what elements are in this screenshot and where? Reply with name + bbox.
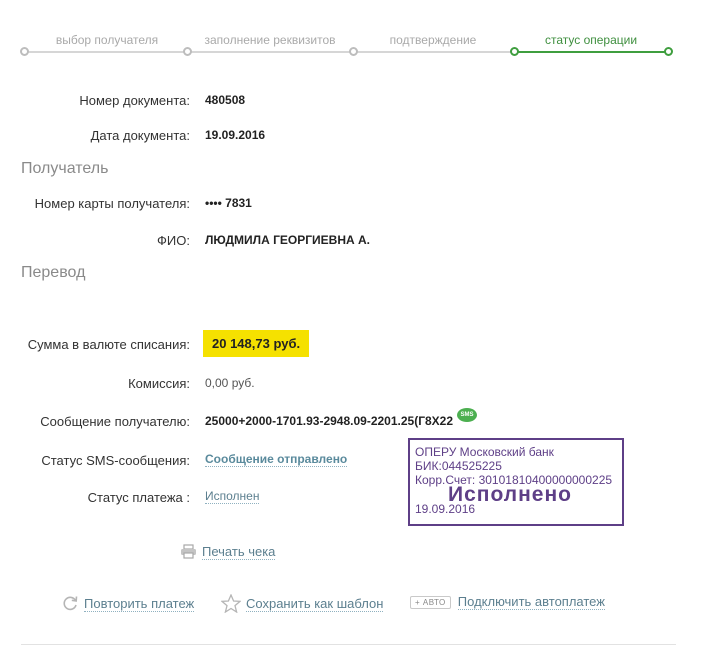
step-label-confirm: подтверждение	[389, 33, 477, 47]
stamp-bank-name: ОПЕРУ Московский банк	[415, 445, 554, 459]
print-receipt-button[interactable]: Печать чека	[180, 544, 276, 562]
refresh-icon	[61, 594, 79, 615]
progress-stepper: выбор получателя заполнение реквизитов п…	[0, 0, 707, 70]
document-number-label: Номер документа:	[79, 93, 190, 108]
card-number-value: •••• 7831	[205, 196, 252, 210]
payment-status-value-wrap: Исполнен	[205, 489, 260, 504]
autopay-badge: + АВТО	[410, 596, 451, 610]
recipient-section-title: Получатель	[21, 160, 109, 177]
document-date-value: 19.09.2016	[205, 128, 266, 142]
payment-status-label: Статус платежа :	[87, 490, 190, 505]
commission-label: Комиссия:	[128, 376, 190, 391]
message-value-wrap: 25000+2000-1701.93-2948.09-2201.25(Г8Х22…	[205, 408, 478, 428]
autopay-button[interactable]: + АВТО Подключить автоплатеж	[410, 594, 605, 610]
step-dot-2	[183, 47, 192, 56]
stamp-bik: БИК:044525225	[415, 459, 502, 473]
document-date-label: Дата документа:	[90, 128, 190, 143]
step-label-details: заполнение реквизитов	[204, 33, 336, 47]
step-label-recipient: выбор получателя	[55, 33, 159, 47]
stepper-track-completed	[24, 51, 514, 53]
document-number-value: 480508	[205, 93, 246, 107]
print-receipt-label: Печать чека	[202, 544, 276, 561]
autopay-label: Подключить автоплатеж	[457, 594, 605, 610]
printer-icon	[180, 544, 197, 562]
recipient-name-value: ЛЮДМИЛА ГЕОРГИЕВНА А.	[205, 233, 370, 247]
save-template-button[interactable]: Сохранить как шаблон	[220, 593, 384, 616]
step-dot-end	[664, 47, 673, 56]
card-number-label: Номер карты получателя:	[34, 196, 190, 211]
step-dot-3	[349, 47, 358, 56]
step-label-status: статус операции	[544, 33, 638, 47]
step-dot-1	[20, 47, 29, 56]
bank-stamp: ОПЕРУ Московский банк БИК:044525225 Корр…	[408, 438, 624, 526]
payment-status-link[interactable]: Исполнен	[205, 489, 260, 504]
amount-label: Сумма в валюте списания:	[27, 337, 190, 352]
sms-status-label: Статус SMS-сообщения:	[41, 453, 190, 468]
transfer-section-title: Перевод	[21, 264, 86, 281]
step-dot-4	[510, 47, 519, 56]
message-value: 25000+2000-1701.93-2948.09-2201.25(Г8Х22	[205, 414, 454, 428]
document-date-row: Дата документа: 19.09.2016	[0, 126, 707, 146]
repeat-payment-button[interactable]: Повторить платеж	[61, 594, 195, 615]
stepper-track-active	[514, 51, 669, 53]
document-number-row: Номер документа: 480508	[0, 91, 707, 111]
sms-status-value-wrap: Сообщение отправлено	[205, 452, 348, 467]
repeat-payment-label: Повторить платеж	[84, 595, 195, 612]
message-label: Сообщение получателю:	[40, 414, 190, 429]
sms-status-link[interactable]: Сообщение отправлено	[205, 452, 348, 467]
amount-value: 20 148,73 руб.	[203, 330, 310, 357]
footer-divider	[21, 644, 676, 645]
recipient-name-label: ФИО:	[157, 233, 190, 248]
star-icon	[220, 593, 242, 616]
commission-value: 0,00 руб.	[205, 376, 255, 390]
save-template-label: Сохранить как шаблон	[246, 596, 384, 613]
message-row: Сообщение получателю: 25000+2000-1701.93…	[0, 408, 707, 432]
recipient-name-row: ФИО: ЛЮДМИЛА ГЕОРГИЕВНА А.	[0, 231, 707, 251]
commission-row: Комиссия: 0,00 руб.	[0, 374, 707, 394]
card-number-row: Номер карты получателя: •••• 7831	[0, 194, 707, 214]
sms-bubble-icon: SMS	[457, 408, 478, 422]
amount-row: Сумма в валюте списания: 20 148,73 руб.	[0, 330, 707, 357]
